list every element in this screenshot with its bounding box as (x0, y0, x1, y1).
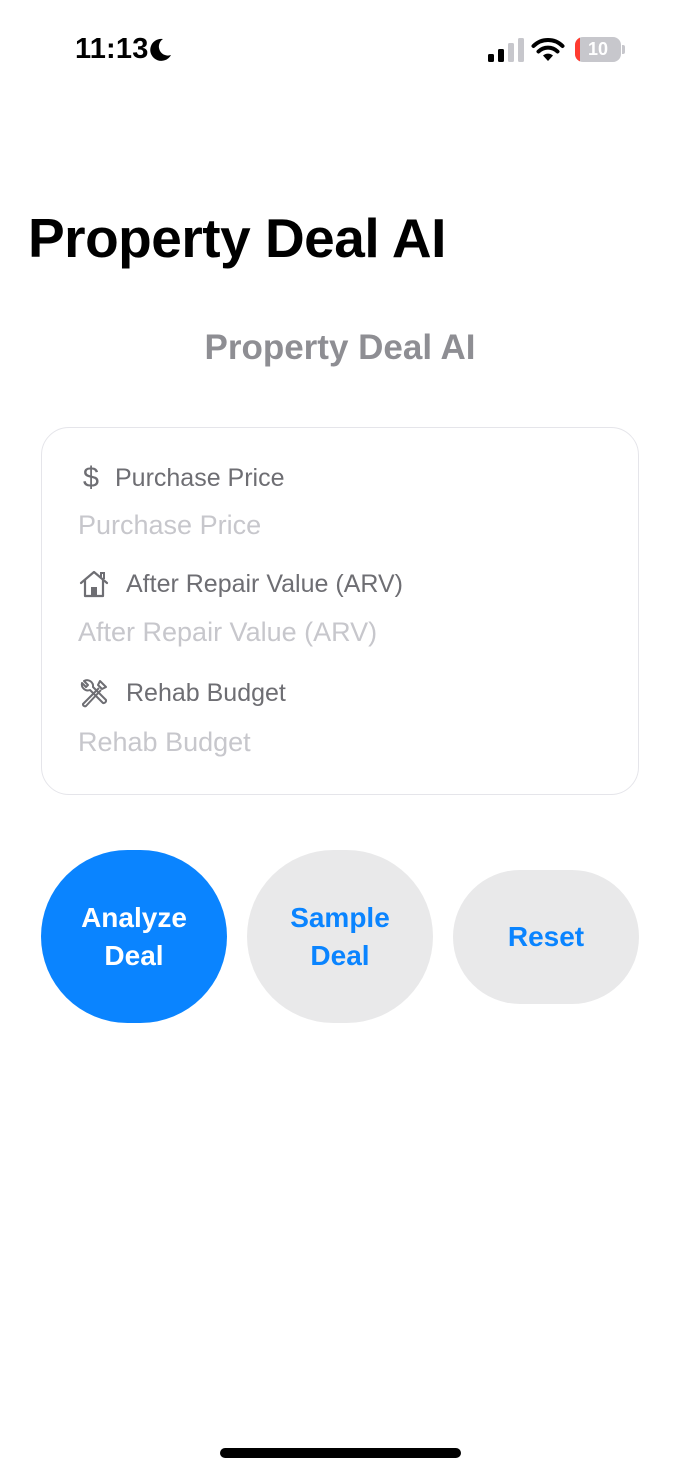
purchase-price-label-row: $ Purchase Price (78, 462, 285, 495)
purchase-price-input[interactable] (78, 506, 598, 544)
arv-input[interactable] (78, 613, 598, 651)
status-bar: 11:13 10 (0, 0, 680, 100)
reset-button[interactable]: Reset (453, 870, 639, 1004)
status-time: 11:13 (75, 33, 149, 65)
wifi-icon (531, 38, 565, 61)
moon-icon (150, 38, 171, 61)
rehab-budget-input[interactable] (78, 723, 598, 761)
reset-label: Reset (507, 921, 585, 952)
analyze-deal-label: Analyze Deal (81, 901, 187, 971)
rehab-budget-label-row: Rehab Budget (78, 677, 286, 709)
battery-level: 10 (587, 39, 609, 59)
arv-label-row: After Repair Value (ARV) (78, 568, 403, 600)
house-icon (79, 570, 109, 598)
app-screen: 11:13 10 Property Deal AI Property Deal … (0, 0, 680, 1472)
arv-label: After Repair Value (ARV) (126, 569, 403, 598)
sample-deal-label: Sample Deal (290, 901, 390, 971)
rehab-budget-label: Rehab Budget (126, 678, 286, 707)
app-subtitle: Property Deal AI (204, 328, 476, 367)
deal-input-card: $ Purchase Price After Repair Value (ARV… (41, 427, 639, 795)
battery-indicator: 10 (575, 37, 625, 62)
dollar-sign-icon: $ (82, 462, 100, 494)
cellular-signal-icon (488, 38, 524, 62)
purchase-price-label: Purchase Price (115, 464, 285, 492)
analyze-deal-button[interactable]: Analyze Deal (41, 850, 227, 1023)
tools-icon (80, 679, 108, 708)
sample-deal-button[interactable]: Sample Deal (247, 850, 433, 1023)
page-title: Property Deal AI (28, 207, 446, 269)
home-indicator[interactable] (220, 1448, 461, 1458)
